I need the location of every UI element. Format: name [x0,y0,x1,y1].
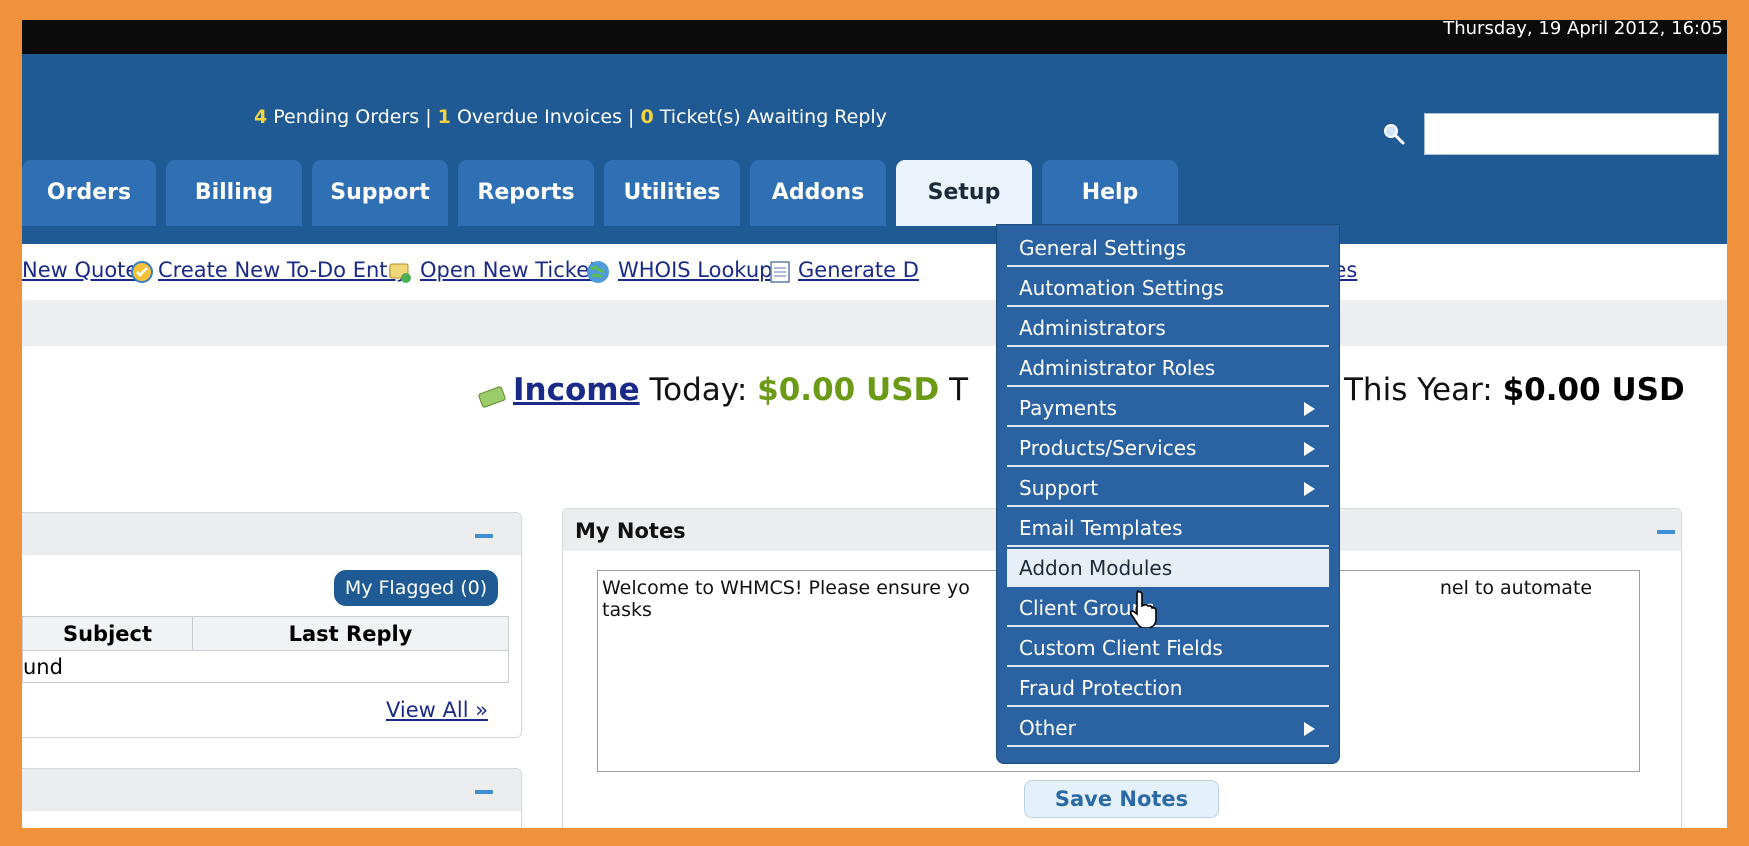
open-ticket-link[interactable]: Open New Ticket [420,258,597,282]
tickets-table: Subject Last Reply und [22,616,509,683]
submenu-arrow-icon [1304,402,1315,416]
menu-item-automation-settings[interactable]: Automation Settings [1007,269,1329,307]
column-header[interactable]: Subject [22,616,193,651]
video-frame: Thursday, 19 April 2012, 16:05 4 Pending… [0,0,1749,846]
secondary-panel [22,768,522,828]
submenu-arrow-icon [1304,442,1315,456]
whois-lookup-link[interactable]: WHOIS Lookup [618,258,772,282]
menu-item-client-groups[interactable]: Client Groups [1007,589,1329,627]
tab-utilities[interactable]: Utilities [604,160,740,226]
notes-title: My Notes [575,519,686,543]
tickets-awaiting-link[interactable]: Ticket(s) Awaiting Reply [660,106,887,128]
menu-item-payments[interactable]: Payments [1007,389,1329,427]
menu-item-custom-client-fields[interactable]: Custom Client Fields [1007,629,1329,667]
new-quote-link[interactable]: New Quote [22,258,138,282]
collapse-icon[interactable] [1657,530,1675,534]
menu-item-fraud-protection[interactable]: Fraud Protection [1007,669,1329,707]
create-todo-link[interactable]: Create New To-Do Entry [158,258,409,282]
column-header[interactable]: Last Reply [192,616,509,651]
search-input[interactable] [1424,113,1719,155]
tab-help[interactable]: Help [1042,160,1178,226]
pending-count: 4 [254,106,268,128]
save-notes-button[interactable]: Save Notes [1024,780,1219,818]
submenu-arrow-icon [1304,722,1315,736]
tab-reports[interactable]: Reports [458,160,594,226]
status-summary: 4 Pending Orders | 1 Overdue Invoices | … [254,106,887,128]
tab-setup[interactable]: Setup [896,160,1032,226]
menu-item-administrators[interactable]: Administrators [1007,309,1329,347]
generate-link[interactable]: Generate D [798,258,919,282]
empty-message: und [22,650,509,683]
menu-item-support[interactable]: Support [1007,469,1329,507]
view-all-link[interactable]: View All » [386,698,488,722]
globe-icon [587,261,609,283]
my-flagged-button[interactable]: My Flagged (0) [334,570,498,606]
tab-addons[interactable]: Addons [750,160,886,226]
whmcs-admin-screen: Thursday, 19 April 2012, 16:05 4 Pending… [22,20,1727,828]
ticket-icon [389,263,411,283]
menu-item-administrator-roles[interactable]: Administrator Roles [1007,349,1329,387]
income-year-value: $0.00 USD [1502,372,1685,408]
top-bar: Thursday, 19 April 2012, 16:05 [22,20,1727,54]
table-row: und [22,650,509,683]
tab-orders[interactable]: Orders [22,160,156,226]
menu-item-addon-modules[interactable]: Addon Modules [1007,549,1329,587]
menu-item-general-settings[interactable]: General Settings [1007,229,1329,267]
menu-item-products-services[interactable]: Products/Services [1007,429,1329,467]
pointer-cursor-icon [1129,590,1157,628]
todo-icon [131,261,153,283]
panel-header [22,769,521,811]
search-icon[interactable] [1382,122,1406,146]
submenu-arrow-icon [1304,482,1315,496]
pending-orders-link[interactable]: Pending Orders [273,106,419,128]
tab-billing[interactable]: Billing [166,160,302,226]
date-display: Thursday, 19 April 2012, 16:05 [1443,20,1723,39]
tab-support[interactable]: Support [312,160,448,226]
income-year: This Year: $0.00 USD [1344,372,1685,408]
setup-dropdown-menu: General Settings Automation Settings Adm… [996,224,1340,764]
income-summary: Income Today: $0.00 USD T [513,372,969,408]
overdue-count: 1 [437,106,451,128]
income-today-value: $0.00 USD [757,372,940,408]
panel-header [22,513,521,555]
collapse-icon[interactable] [475,534,493,538]
menu-item-email-templates[interactable]: Email Templates [1007,509,1329,547]
breadcrumb-strip [22,300,1727,346]
shortcut-bar: New Quote Create New To-Do Entry Open Ne… [22,244,1727,300]
income-link[interactable]: Income [513,372,640,408]
collapse-icon[interactable] [475,790,493,794]
menu-item-other[interactable]: Other [1007,709,1329,747]
report-icon [770,261,790,283]
tickets-count: 0 [640,106,654,128]
overdue-invoices-link[interactable]: Overdue Invoices [457,106,622,128]
